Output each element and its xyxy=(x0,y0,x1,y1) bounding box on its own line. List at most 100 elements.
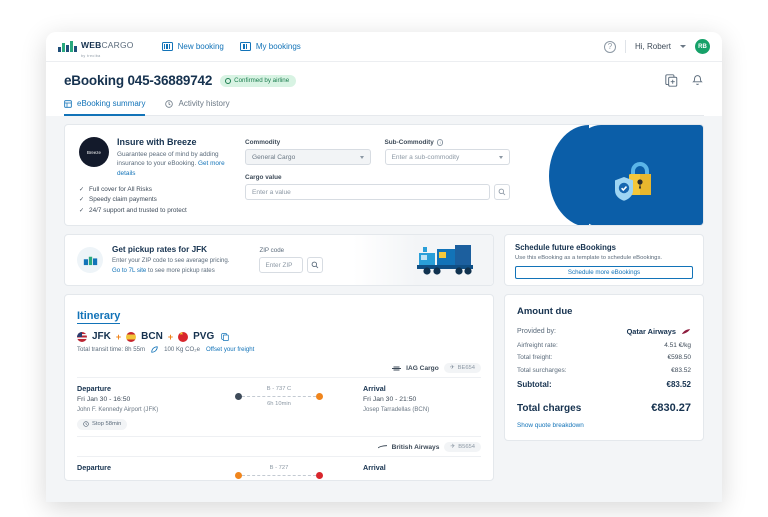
segment-path: B - 737 C 6h 10min xyxy=(195,384,363,407)
zip-row: Enter ZIP xyxy=(259,257,324,273)
app-window: WEBCARGO by treciba New booking My booki… xyxy=(46,32,722,502)
route-separator: + xyxy=(115,331,122,342)
list-item: ✓ Full cover for All Risks xyxy=(79,186,245,193)
aircraft-type: B - 737 C xyxy=(266,386,292,392)
insure-description: Guarantee peace of mind by adding insura… xyxy=(117,150,237,178)
destination-dot-icon xyxy=(316,472,323,479)
departure-time: Fri Jan 30 - 16:50 xyxy=(77,396,131,403)
commodity-row: Commodity General Cargo Sub-Commodity i xyxy=(245,139,510,165)
bell-icon[interactable] xyxy=(691,74,704,87)
pickup-subtitle: Enter your ZIP code to see average prici… xyxy=(112,256,229,274)
british-airways-logo-icon xyxy=(377,444,387,448)
total-charges-label: Total charges xyxy=(517,402,582,414)
stop-label: Stop 58min xyxy=(92,421,122,427)
nav-divider xyxy=(624,40,626,53)
flight-segment-1: Departure Fri Jan 30 - 16:50 John F. Ken… xyxy=(77,377,481,432)
departure-label: Departure xyxy=(77,463,111,472)
nav-right-group: ? Hi, Robert RB xyxy=(603,39,710,54)
subcommodity-field-group: Sub-Commodity i Enter a sub-commodity xyxy=(384,139,510,165)
amount-line: Total surcharges: €83.52 xyxy=(517,367,691,374)
flight-number-badge[interactable]: ✈ B5654 xyxy=(444,442,481,452)
amount-line-label: Airfreight rate: xyxy=(517,341,558,349)
provided-by-label: Provided by: xyxy=(517,328,556,335)
nav-link-new-booking[interactable]: New booking xyxy=(161,42,224,51)
zip-search-button[interactable] xyxy=(307,257,324,273)
arrival-label: Arrival xyxy=(363,384,386,393)
insure-form: Commodity General Cargo Sub-Commodity i xyxy=(245,125,510,225)
commodity-value: General Cargo xyxy=(252,153,296,161)
flight-number: BE654 xyxy=(457,365,475,371)
pickup-text-block: Get pickup rates for JFK Enter your ZIP … xyxy=(112,245,229,274)
pickup-sub-line2: to see more pickup rates xyxy=(146,266,215,274)
subcommodity-placeholder: Enter a sub-commodity xyxy=(391,153,460,161)
schedule-subtitle: Use this eBooking as a template to sched… xyxy=(515,255,663,261)
plane-icon: ✈ xyxy=(449,365,455,371)
breeze-header: Breeze Insure with Breeze Guarantee peac… xyxy=(79,137,245,178)
flight-segment-2: Departure B - 727 Arrival xyxy=(77,456,481,480)
insure-benefits-list: ✓ Full cover for All Risks ✓ Speedy claim … xyxy=(79,186,245,214)
copy-route-icon[interactable] xyxy=(221,332,229,341)
offset-freight-link[interactable]: Offset your freight xyxy=(206,346,254,353)
destination-dot-icon xyxy=(316,393,323,400)
amount-line: Airfreight rate: 4.51 €/kg xyxy=(517,342,691,349)
status-badge-label: Confirmed by airline xyxy=(234,77,290,84)
tab-ebooking-summary[interactable]: eBooking summary xyxy=(64,99,146,116)
itinerary-title: Itinerary xyxy=(77,310,121,324)
logo-text: WEBCARGO xyxy=(81,40,134,50)
amount-line: Total freight: €598.50 xyxy=(517,354,691,361)
co2-value: 100 Kg CO₂e xyxy=(164,346,200,353)
benefit-label: Full cover for All Risks xyxy=(89,185,152,193)
summary-icon xyxy=(64,99,72,108)
segment-path-2: B - 727 xyxy=(195,463,363,480)
origin-dot-icon xyxy=(235,472,242,479)
schedule-more-ebookings-button[interactable]: Schedule more eBookings xyxy=(515,266,693,279)
tab-activity-history[interactable]: Activity history xyxy=(165,99,230,116)
subcommodity-select[interactable]: Enter a sub-commodity xyxy=(384,149,510,165)
cargo-value-search-button[interactable] xyxy=(494,184,510,200)
insure-card-left: Breeze Insure with Breeze Guarantee peac… xyxy=(65,125,245,225)
chevron-down-icon xyxy=(359,155,364,159)
cargo-value-input[interactable]: Enter a value xyxy=(245,184,490,200)
flag-cn-icon xyxy=(178,331,189,342)
benefit-label: Speedy claim payments xyxy=(89,196,157,204)
zip-input[interactable]: Enter ZIP xyxy=(259,257,304,273)
iag-cargo-logo-icon xyxy=(392,366,402,370)
amount-line-label: Total freight: xyxy=(517,354,553,361)
list-item: ✓ Speedy claim payments xyxy=(79,196,245,203)
avatar[interactable]: RB xyxy=(695,39,710,54)
info-icon[interactable]: i xyxy=(436,139,444,146)
segment-departure-2: Departure xyxy=(77,463,195,472)
logo-mark-icon xyxy=(58,41,77,52)
plane-icon: ✈ xyxy=(450,444,456,450)
user-greeting[interactable]: Hi, Robert xyxy=(635,42,671,51)
help-icon[interactable]: ? xyxy=(603,40,616,53)
benefit-label: 24/7 support and trusted to protect xyxy=(89,206,187,214)
cargo-value-placeholder: Enter a value xyxy=(252,188,291,196)
qatar-airways-logo-icon xyxy=(681,328,691,334)
webcargo-logo[interactable]: WEBCARGO by treciba xyxy=(58,35,134,58)
departure-airport: John F. Kennedy Airport (JFK) xyxy=(77,405,159,413)
subtotal-value: €83.52 xyxy=(666,379,691,389)
show-quote-breakdown-link[interactable]: Show quote breakdown xyxy=(517,422,691,429)
check-circle-icon xyxy=(225,77,232,84)
carrier-name: British Airways xyxy=(391,443,440,451)
main-content: Breeze Insure with Breeze Guarantee peac… xyxy=(46,116,722,502)
check-icon: ✓ xyxy=(79,207,85,214)
commodity-select[interactable]: General Cargo xyxy=(245,149,371,165)
subcommodity-label-text: Sub-Commodity xyxy=(384,139,434,146)
copy-icon[interactable] xyxy=(665,74,678,87)
flight-number-badge[interactable]: ✈ BE654 xyxy=(443,363,481,373)
flight-number: B5654 xyxy=(458,444,475,450)
nav-link-my-bookings[interactable]: My bookings xyxy=(239,42,301,51)
cargo-value-row: Enter a value xyxy=(245,184,510,200)
transit-time: Total transit time: 8h 55m xyxy=(77,346,146,353)
search-icon xyxy=(498,188,506,196)
segment-duration: 6h 10min xyxy=(267,401,291,407)
segment-carrier-row-2: British Airways ✈ B5654 xyxy=(77,436,481,456)
pickup-7l-link[interactable]: Go to 7L site xyxy=(112,267,146,274)
chevron-down-icon[interactable] xyxy=(680,45,686,48)
route-summary: JFK + BCN + PVG xyxy=(77,331,481,342)
search-icon xyxy=(312,261,319,269)
clock-icon xyxy=(165,99,174,108)
segment-carrier-row: IAG Cargo ✈ BE654 xyxy=(77,363,481,377)
